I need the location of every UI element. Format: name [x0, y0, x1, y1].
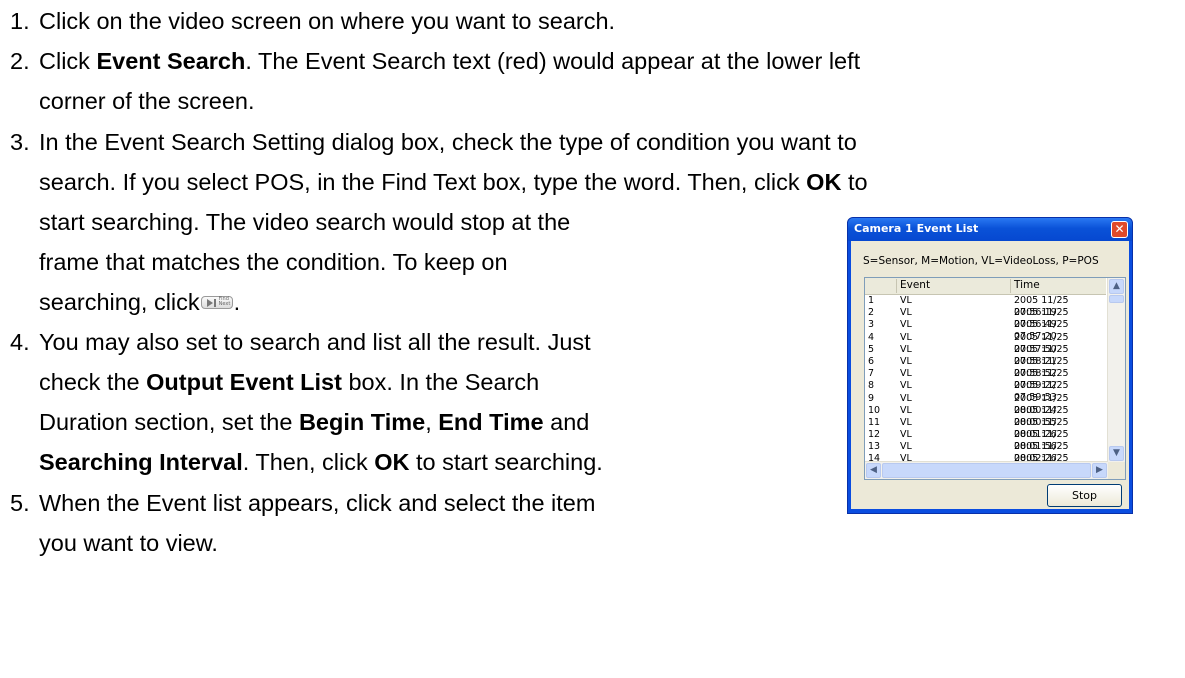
- step-3: 3. In the Event Search Setting dialog box…: [10, 129, 857, 155]
- list-item[interactable]: 8 VL 2005 11/25 07:59:53: [865, 380, 1106, 403]
- cell-event: VL: [900, 368, 912, 380]
- cell-event: VL: [900, 380, 912, 392]
- scroll-corner: [1108, 462, 1125, 479]
- cell-no: 13: [868, 441, 881, 453]
- cell-no: 9: [868, 392, 875, 404]
- cell-event: VL: [900, 355, 912, 367]
- list-item[interactable]: 2 VL 2005 11/25 07:56:49: [865, 307, 1106, 330]
- step-4-line-3: Duration section, set the Begin Time, En…: [39, 409, 590, 435]
- column-header-index[interactable]: [865, 279, 897, 293]
- cell-event: VL: [900, 331, 912, 343]
- cell-event: VL: [900, 343, 912, 355]
- scroll-down-icon[interactable]: ▼: [1109, 446, 1124, 461]
- scroll-right-icon[interactable]: ▶: [1092, 463, 1107, 478]
- list-header: Event Time: [865, 278, 1106, 295]
- find-next-icon: Find Next: [200, 295, 233, 309]
- cell-no: 2: [868, 307, 875, 319]
- column-header-time[interactable]: Time: [1011, 279, 1106, 293]
- horizontal-scroll-thumb[interactable]: [882, 463, 1091, 478]
- list-item[interactable]: 4 VL 2005 11/25 07:57:50: [865, 331, 1106, 355]
- cell-no: 7: [868, 368, 875, 380]
- list-item[interactable]: 10 VL 2005 11/25 08:00:55: [865, 404, 1106, 428]
- vertical-scroll-thumb[interactable]: [1109, 295, 1124, 303]
- cell-event: VL: [900, 295, 912, 306]
- cell-no: 3: [868, 319, 875, 331]
- list-item[interactable]: 11 VL 2005 11/25 08:01:26: [865, 416, 1106, 440]
- step-3-line-3: start searching. The video search would …: [39, 209, 571, 235]
- step-4: 4. You may also set to search and list al…: [10, 329, 591, 355]
- event-list[interactable]: Event Time 1 VL 2005 11/25 07:56:19 2 VL 2005…: [864, 277, 1126, 480]
- dialog-title-bar[interactable]: Camera 1 Event List ✕: [848, 218, 1132, 241]
- list-item[interactable]: 6 VL 2005 11/25 07:58:52: [865, 355, 1106, 379]
- step-1: 1. Click on the video screen on where you…: [10, 8, 616, 34]
- cell-event: VL: [900, 429, 912, 441]
- cell-no: 6: [868, 355, 875, 367]
- list-item[interactable]: 9 VL 2005 11/25 08:00:24: [865, 392, 1106, 416]
- step-4-line-4: Searching Interval. Then, click OK to st…: [39, 449, 603, 475]
- step-3-line-2: search. If you select POS, in the Find T…: [39, 169, 868, 195]
- event-legend: S=Sensor, M=Motion, VL=VideoLoss, P=POS: [863, 255, 1099, 267]
- step-5-cont: you want to view.: [39, 530, 218, 556]
- cell-event: VL: [900, 416, 912, 428]
- cell-event: VL: [900, 307, 912, 319]
- cell-no: 10: [868, 404, 881, 416]
- cell-event: VL: [900, 441, 912, 453]
- close-icon[interactable]: ✕: [1111, 221, 1128, 238]
- step-5: 5. When the Event list appears, click and…: [10, 490, 596, 516]
- horizontal-scrollbar[interactable]: ◀ ▶: [865, 461, 1108, 479]
- step-2-cont: corner of the screen.: [39, 88, 255, 114]
- column-header-event[interactable]: Event: [897, 279, 1011, 293]
- scroll-left-icon[interactable]: ◀: [866, 463, 881, 478]
- cell-no: 5: [868, 343, 875, 355]
- step-4-line-2: check the Output Event List box. In the …: [39, 369, 540, 395]
- scroll-up-icon[interactable]: ▲: [1109, 279, 1124, 294]
- cell-event: VL: [900, 404, 912, 416]
- cell-no: 12: [868, 429, 881, 441]
- cell-no: 11: [868, 416, 881, 428]
- cell-event: VL: [900, 392, 912, 404]
- list-item[interactable]: 13 VL 2005 11/25 08:02:26: [865, 441, 1106, 464]
- cell-no: 4: [868, 331, 875, 343]
- stop-button[interactable]: Stop: [1047, 484, 1122, 507]
- vertical-scrollbar[interactable]: ▲ ▼: [1107, 278, 1125, 462]
- step-3-line-4: frame that matches the condition. To kee…: [39, 249, 508, 275]
- dialog-title: Camera 1 Event List: [854, 222, 979, 235]
- cell-no: 1: [868, 295, 875, 306]
- list-item[interactable]: 7 VL 2005 11/25 07:59:22: [865, 368, 1106, 391]
- step-2: 2. Click Event Search. The Event Search t…: [10, 48, 861, 74]
- list-item[interactable]: 5 VL 2005 11/25 07:58:21: [865, 343, 1106, 367]
- list-item[interactable]: 3 VL 2005 11/25 07:57:20: [865, 319, 1106, 342]
- list-item[interactable]: 1 VL 2005 11/25 07:56:19: [865, 295, 1106, 318]
- cell-event: VL: [900, 319, 912, 331]
- cell-no: 8: [868, 380, 875, 392]
- list-rows: 1 VL 2005 11/25 07:56:19 2 VL 2005 11/25 07:5…: [865, 295, 1106, 476]
- list-item[interactable]: 12 VL 2005 11/25 08:01:56: [865, 429, 1106, 452]
- step-3-line-5: searching, click Find Next.: [39, 289, 241, 315]
